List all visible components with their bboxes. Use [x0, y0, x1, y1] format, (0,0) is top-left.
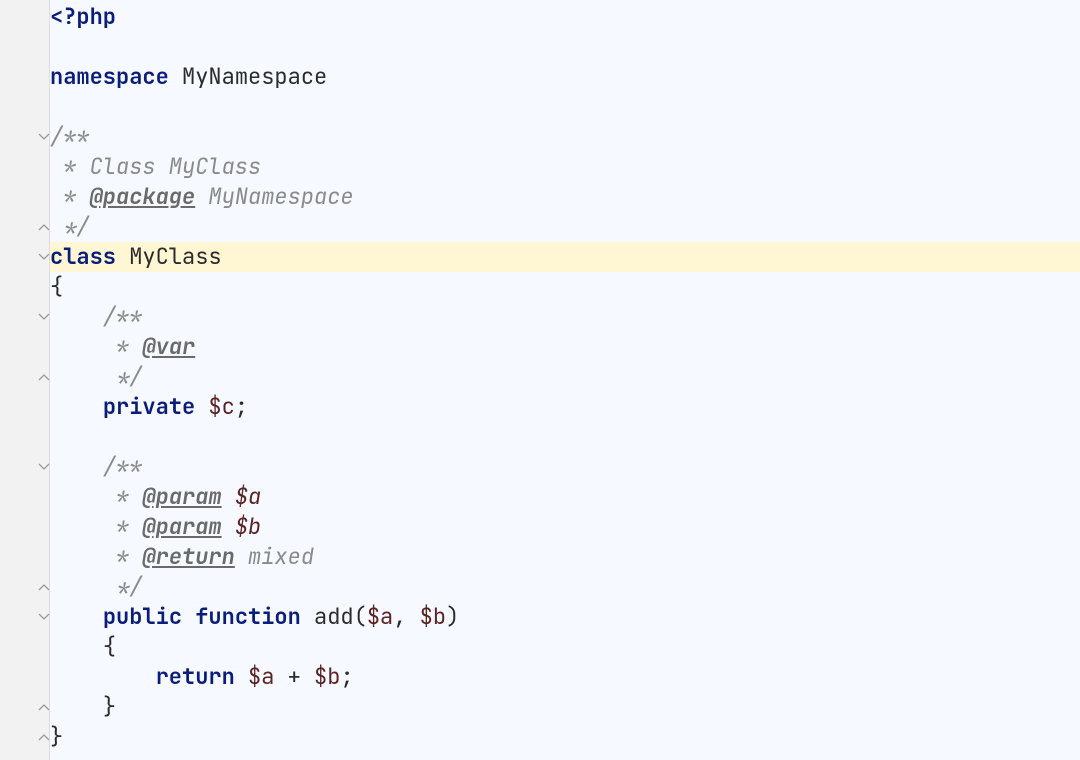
code-line[interactable]: }: [50, 692, 1080, 722]
token-kw: class: [50, 242, 129, 272]
token-punc: ,: [393, 602, 419, 632]
fold-close-icon[interactable]: [38, 581, 50, 593]
token-cmt: /**: [103, 302, 143, 332]
token-cmt: [222, 512, 235, 542]
token-punc: }: [103, 692, 116, 722]
token-cmt: /**: [50, 122, 90, 152]
code-line[interactable]: namespace MyNamespace: [50, 62, 1080, 92]
token-varC: $b: [235, 512, 261, 542]
token-var: $a: [248, 662, 274, 692]
code-line[interactable]: [50, 422, 1080, 452]
token-cmt: *: [103, 512, 143, 542]
code-line[interactable]: class MyClass: [50, 242, 1080, 272]
token-kw: function: [195, 602, 314, 632]
code-line[interactable]: }: [50, 722, 1080, 752]
code-line[interactable]: return $a + $b;: [50, 662, 1080, 692]
token-cmt: *: [103, 332, 143, 362]
token-kw: return: [156, 662, 248, 692]
token-tag: @param: [142, 512, 221, 542]
fold-close-icon[interactable]: [38, 371, 50, 383]
token-tag: @return: [142, 542, 234, 572]
token-punc: }: [50, 722, 63, 752]
token-var: $a: [367, 602, 393, 632]
code-line[interactable]: */: [50, 572, 1080, 602]
token-punc: {: [50, 272, 63, 302]
code-line[interactable]: <?php: [50, 2, 1080, 32]
token-cmt: */: [50, 212, 90, 242]
fold-open-icon[interactable]: [38, 251, 50, 263]
token-punc: +: [274, 662, 314, 692]
code-line[interactable]: * @var: [50, 332, 1080, 362]
token-kw: <?php: [50, 2, 116, 32]
code-line[interactable]: /**: [50, 302, 1080, 332]
token-cmt: *: [103, 542, 143, 572]
fold-open-icon[interactable]: [38, 131, 50, 143]
token-tag: @var: [142, 332, 195, 362]
code-line[interactable]: * @param $a: [50, 482, 1080, 512]
token-kw: namespace: [50, 62, 182, 92]
code-line[interactable]: {: [50, 632, 1080, 662]
token-punc: ;: [340, 662, 353, 692]
token-tag: @package: [90, 182, 196, 212]
token-cmt: */: [103, 362, 143, 392]
token-id: add: [314, 602, 354, 632]
token-cmt: * Class MyClass: [50, 152, 261, 182]
token-punc: (: [354, 602, 367, 632]
token-punc: ): [446, 602, 459, 632]
gutter[interactable]: [0, 0, 50, 760]
code-line[interactable]: private $c;: [50, 392, 1080, 422]
token-punc: ;: [235, 392, 248, 422]
fold-close-icon[interactable]: [38, 701, 50, 713]
code-line[interactable]: [50, 92, 1080, 122]
token-id: MyNamespace: [182, 62, 327, 92]
fold-close-icon[interactable]: [38, 221, 50, 233]
token-var: $b: [420, 602, 446, 632]
token-cmt: mixed: [235, 542, 314, 572]
token-cmt: */: [103, 572, 143, 602]
token-kw: public: [103, 602, 195, 632]
token-var: $c: [208, 392, 234, 422]
code-line[interactable]: [50, 32, 1080, 62]
code-line[interactable]: * @param $b: [50, 512, 1080, 542]
code-line[interactable]: /**: [50, 122, 1080, 152]
fold-close-icon[interactable]: [38, 731, 50, 743]
token-var: $b: [314, 662, 340, 692]
token-id: MyClass: [129, 242, 221, 272]
token-punc: {: [103, 632, 116, 662]
code-line[interactable]: * @package MyNamespace: [50, 182, 1080, 212]
code-line[interactable]: */: [50, 212, 1080, 242]
code-line[interactable]: /**: [50, 452, 1080, 482]
token-cmt: *: [103, 482, 143, 512]
token-cmt: MyNamespace: [195, 182, 353, 212]
token-cmt: [222, 482, 235, 512]
code-line[interactable]: public function add($a, $b): [50, 602, 1080, 632]
fold-open-icon[interactable]: [38, 611, 50, 623]
code-line[interactable]: * Class MyClass: [50, 152, 1080, 182]
fold-open-icon[interactable]: [38, 311, 50, 323]
fold-open-icon[interactable]: [38, 461, 50, 473]
token-tag: @param: [142, 482, 221, 512]
code-line[interactable]: * @return mixed: [50, 542, 1080, 572]
token-kw: private: [103, 392, 209, 422]
code-line[interactable]: {: [50, 272, 1080, 302]
token-cmt: *: [50, 182, 90, 212]
token-cmt: /**: [103, 452, 143, 482]
code-area[interactable]: <?php namespace MyNamespace /** * Class My…: [50, 0, 1080, 760]
token-varC: $a: [235, 482, 261, 512]
code-line[interactable]: */: [50, 362, 1080, 392]
code-editor[interactable]: <?php namespace MyNamespace /** * Class My…: [0, 0, 1080, 760]
